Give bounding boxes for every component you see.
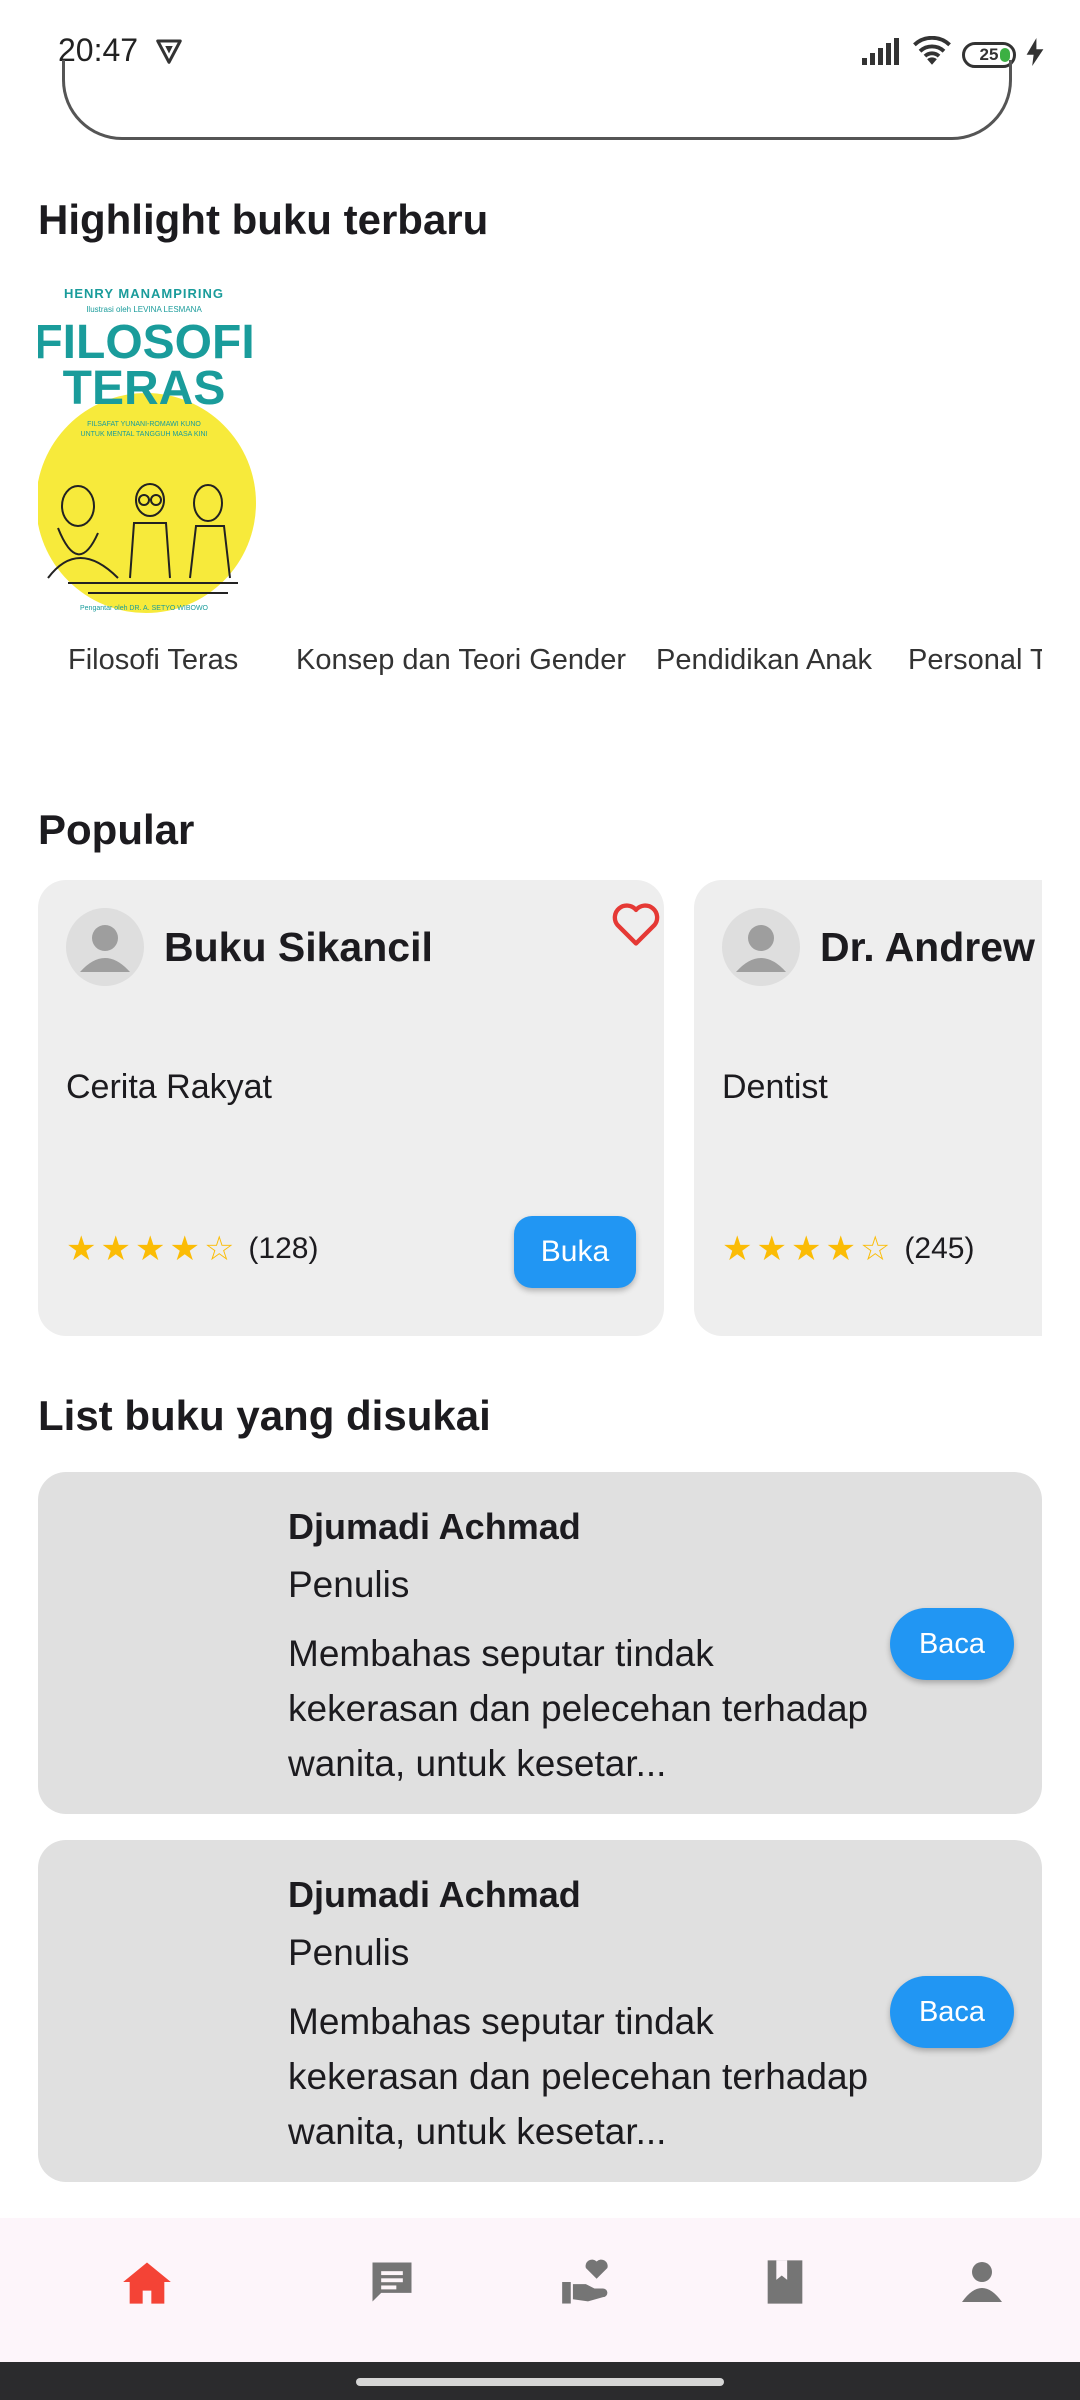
favorite-heart-icon[interactable]	[610, 900, 662, 953]
popular-book-category: Dentist	[722, 1068, 828, 1106]
star-filled-icon: ★	[134, 1230, 166, 1268]
star-filled-icon: ★	[825, 1230, 856, 1268]
popular-section-title: Popular	[38, 806, 195, 853]
read-button[interactable]: Baca	[890, 1976, 1014, 2048]
nav-chat[interactable]	[342, 2244, 442, 2324]
home-indicator[interactable]	[356, 2378, 724, 2386]
popular-book-category: Cerita Rakyat	[66, 1068, 272, 1106]
chat-icon	[366, 2256, 418, 2313]
cover-subtitle-2: UNTUK MENTAL TANGGUH MASA KINI	[81, 431, 208, 438]
popular-book-title: Dr. Andrew	[820, 924, 1035, 970]
nav-home[interactable]	[97, 2244, 197, 2324]
favorite-author: Djumadi Achmad	[288, 1506, 581, 1547]
highlight-book-title[interactable]: Pendidikan Anak	[656, 644, 872, 677]
system-gesture-bar	[0, 2362, 1080, 2400]
star-filled-icon: ★	[100, 1230, 131, 1268]
book-cover-image[interactable]: HENRY MANAMPIRING Ilustrasi oleh LEVINA …	[38, 278, 266, 618]
favorites-section-title: List buku yang disukai	[38, 1392, 491, 1439]
favorite-book-card[interactable]: Djumadi Achmad Penulis Membahas seputar …	[38, 1472, 1042, 1814]
star-outline-icon: ☆	[203, 1230, 235, 1268]
popular-card[interactable]: Buku Sikancil Cerita Rakyat ★ ★ ★ ★ ☆ (1…	[38, 880, 664, 1336]
highlight-section-title: Highlight buku terbaru	[38, 196, 489, 243]
popular-book-title: Buku Sikancil	[164, 924, 433, 970]
nav-library[interactable]	[735, 2244, 835, 2324]
popular-carousel[interactable]: Buku Sikancil Cerita Rakyat ★ ★ ★ ★ ☆ (1…	[38, 880, 1042, 1340]
star-filled-icon: ★	[790, 1230, 822, 1268]
read-button[interactable]: Baca	[890, 1608, 1014, 1680]
cover-author: HENRY MANAMPIRING	[64, 286, 224, 301]
search-bar-edge[interactable]	[62, 60, 1012, 140]
favorite-role: Penulis	[288, 1932, 410, 1973]
battery-level: 25	[979, 44, 999, 64]
bottom-navigation	[0, 2218, 1080, 2362]
rating: ★ ★ ★ ★ ☆ (128)	[66, 1232, 318, 1266]
star-outline-icon: ☆	[859, 1230, 891, 1268]
home-icon	[121, 2258, 173, 2311]
highlight-book-title[interactable]: Konsep dan Teori Gender	[296, 644, 626, 677]
rating: ★ ★ ★ ★ ☆ (245)	[722, 1232, 974, 1266]
review-count: (128)	[248, 1232, 319, 1265]
favorite-description: Membahas seputar tindak kekerasan dan pe…	[288, 1633, 869, 1784]
cover-illustrator: Ilustrasi oleh LEVINA LESMANA	[86, 305, 202, 314]
favorite-book-card[interactable]: Djumadi Achmad Penulis Membahas seputar …	[38, 1840, 1042, 2182]
highlight-book-title[interactable]: Filosofi Teras	[68, 644, 238, 677]
highlight-book-title[interactable]: Personal T	[908, 644, 1042, 677]
nav-profile[interactable]	[932, 2244, 1032, 2324]
popular-card[interactable]: Dr. Andrew Dentist ★ ★ ★ ★ ☆ (245)	[694, 880, 1042, 1336]
nav-donate[interactable]	[538, 2244, 638, 2324]
star-filled-icon: ★	[169, 1230, 200, 1268]
charging-icon	[1026, 38, 1044, 71]
donate-hand-heart-icon	[560, 2256, 616, 2313]
open-book-button[interactable]: Buka	[514, 1216, 636, 1288]
favorite-author: Djumadi Achmad	[288, 1874, 581, 1915]
star-filled-icon: ★	[756, 1230, 787, 1268]
cover-title-2: TERAS	[63, 362, 226, 415]
favorite-role: Penulis	[288, 1564, 410, 1605]
star-filled-icon: ★	[66, 1230, 97, 1268]
cover-subtitle-1: FILSAFAT YUNANI-ROMAWI KUNO	[87, 421, 201, 428]
cover-foreword: Pengantar oleh DR. A. SETYO WIBOWO	[80, 605, 209, 612]
person-icon	[958, 2258, 1006, 2311]
book-icon	[761, 2256, 809, 2313]
review-count: (245)	[904, 1232, 975, 1265]
star-filled-icon: ★	[722, 1230, 753, 1268]
favorite-description: Membahas seputar tindak kekerasan dan pe…	[288, 2001, 869, 2152]
highlight-books-carousel[interactable]: HENRY MANAMPIRING Ilustrasi oleh LEVINA …	[38, 278, 1042, 698]
avatar	[66, 908, 144, 986]
avatar	[722, 908, 800, 986]
